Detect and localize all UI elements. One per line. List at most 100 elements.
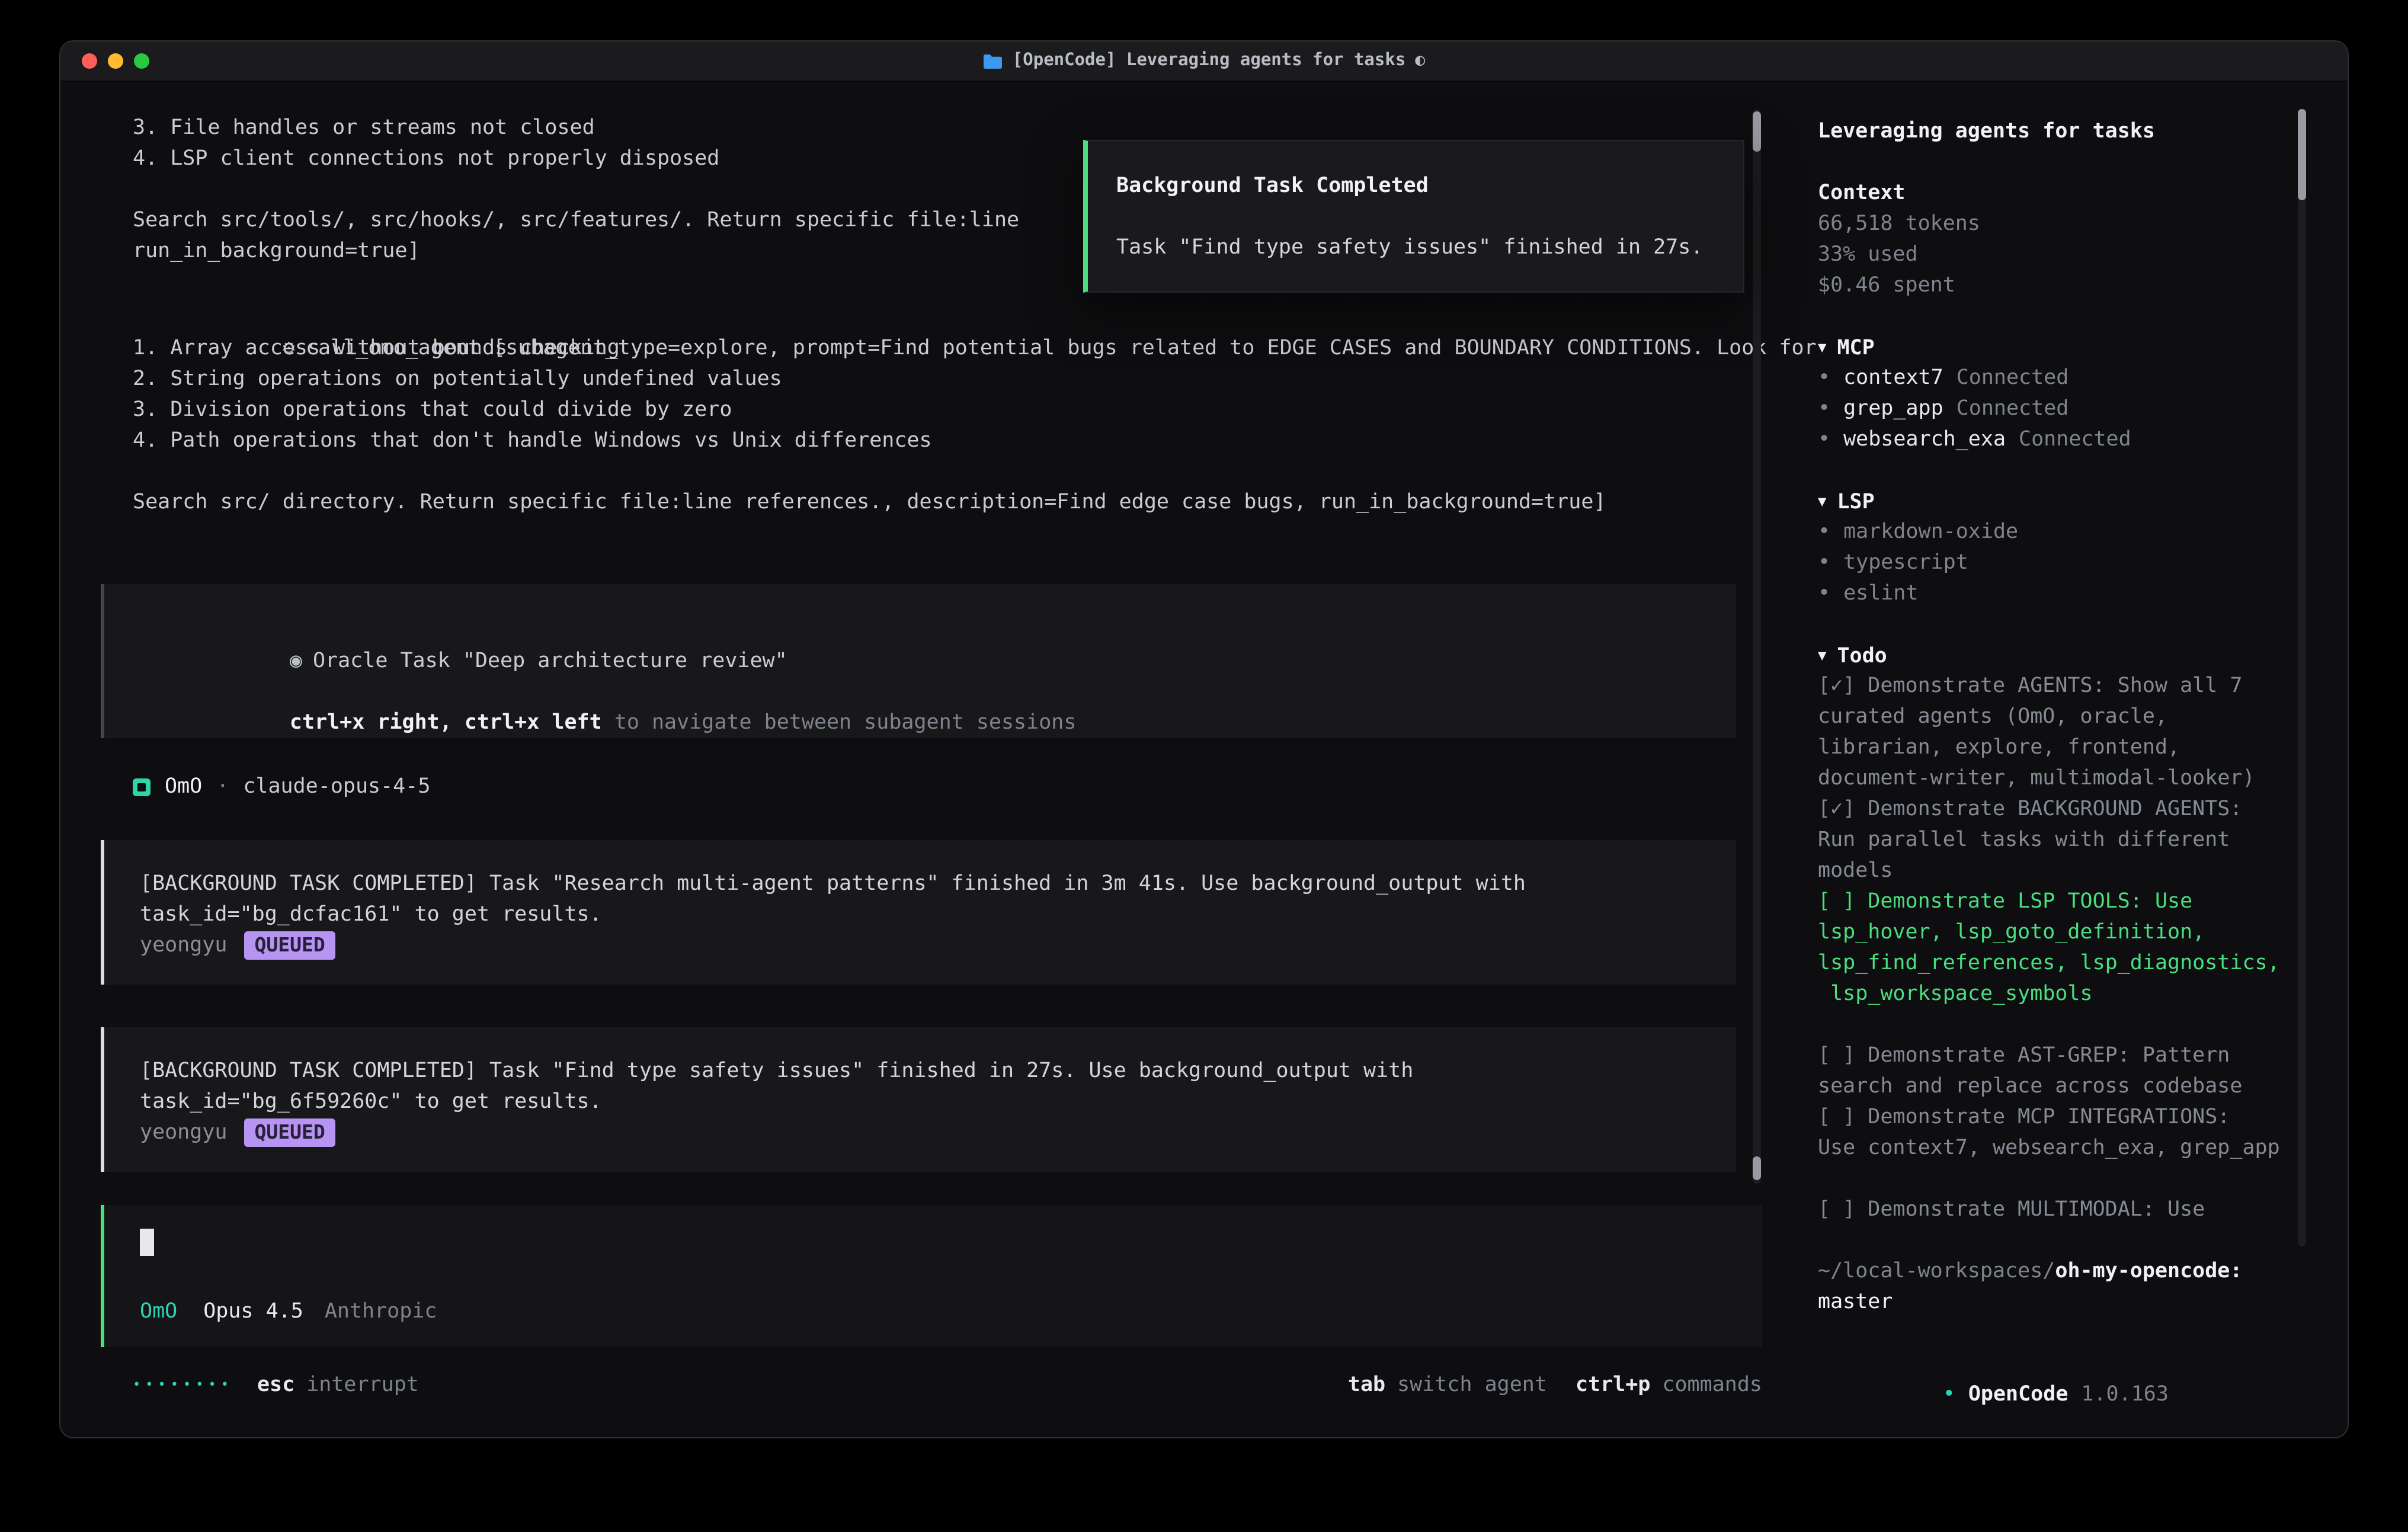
session-sidebar: Leveraging agents for tasks Context 66,5… (1767, 81, 2348, 1437)
chevron-down-icon: ▼ (1818, 339, 1826, 355)
chevron-down-icon: ▼ (1818, 647, 1826, 664)
tab-key-label: switch agent (1397, 1370, 1547, 1400)
mcp-item: • context7 Connected (1818, 363, 2348, 393)
message-user: yeongyu (140, 1117, 228, 1148)
todo-item: [ ] Demonstrate AST-GREP: Pattern search… (1818, 1040, 2289, 1102)
window-title-group: [OpenCode] Leveraging agents for tasks ◐ (983, 41, 1425, 81)
mcp-item: • grep_app Connected (1818, 393, 2348, 424)
message-block: [BACKGROUND TASK COMPLETED] Task "Resear… (101, 840, 1736, 985)
lsp-name: markdown-oxide (1843, 520, 2018, 544)
folder-icon (983, 53, 1003, 69)
provider-label: Anthropic (325, 1296, 437, 1327)
mcp-status: Connected (1956, 397, 2069, 421)
workspace-path-prefix: ~/local-workspaces/ (1818, 1259, 2055, 1283)
hint-text: to navigate between subagent sessions (602, 711, 1077, 735)
todo-heading-label: Todo (1837, 645, 1887, 668)
mcp-status: Connected (2019, 428, 2131, 451)
lsp-name: eslint (1843, 582, 1918, 605)
status-badge: QUEUED (244, 931, 336, 960)
workspace-repo: oh-my-opencode: (2055, 1259, 2242, 1283)
agent-model: claude-opus-4-5 (243, 771, 430, 802)
separator-dot: · (216, 771, 229, 802)
oracle-task-title-row: ◉Oracle Task "Deep architecture review" (140, 615, 1701, 646)
bullet-icon: • (1818, 366, 1830, 390)
tool-call-block: ⚙call_omo_agent [subagent_type=explore, … (133, 302, 1767, 518)
hint-keys: ctrl+x right, ctrl+x left (290, 711, 602, 735)
bullet-icon: • (1943, 1383, 1955, 1406)
record-icon: ◉ (290, 649, 302, 673)
message-meta: yeongyu QUEUED (140, 930, 1701, 961)
lsp-item: • eslint (1818, 578, 2348, 609)
message-block: [BACKGROUND TASK COMPLETED] Task "Find t… (101, 1027, 1736, 1172)
status-bar: •••••••• esc interrupt tab switch agent … (133, 1370, 1762, 1400)
mcp-section-header[interactable]: ▼MCP (1818, 332, 2348, 363)
esc-key-hint: esc (257, 1370, 294, 1400)
message-user: yeongyu (140, 930, 228, 961)
opencode-label: OpenCode (1968, 1383, 2068, 1406)
context-spent: $0.46 spent (1818, 270, 2348, 301)
titlebar: [OpenCode] Leveraging agents for tasks ◐ (60, 41, 2348, 82)
ctrlp-key-hint: ctrl+p (1576, 1370, 1650, 1400)
oracle-task-panel[interactable]: ◉Oracle Task "Deep architecture review" … (101, 584, 1736, 738)
todo-item: [ ] Demonstrate LSP TOOLS: Use lsp_hover… (1818, 886, 2289, 1009)
agent-square-icon (133, 778, 150, 796)
desktop: [OpenCode] Leveraging agents for tasks ◐… (0, 0, 2408, 1532)
active-agent-label: OmO (140, 1296, 177, 1327)
bullet-icon: • (1818, 397, 1830, 421)
background-task-toast[interactable]: Background Task Completed Task "Find typ… (1083, 140, 1744, 293)
todo-section-header[interactable]: ▼ Todo (1818, 640, 2348, 671)
bullet-icon: • (1818, 520, 1830, 544)
spinner-dots: •••••••• (133, 1370, 233, 1400)
mcp-status: Connected (1956, 366, 2069, 390)
lsp-heading-label: LSP (1837, 491, 1874, 514)
chat-scrollbar[interactable] (1753, 109, 1761, 1184)
tab-key-hint: tab (1348, 1370, 1385, 1400)
terminal-window: [OpenCode] Leveraging agents for tasks ◐… (59, 40, 2349, 1438)
close-window-button[interactable] (82, 53, 97, 69)
terminal-line: 4. Path operations that don't handle Win… (133, 425, 1767, 456)
lsp-item: • typescript (1818, 547, 2348, 578)
terminal-content: 3. File handles or streams not closed 4.… (60, 81, 2348, 1437)
sidebar-scrollbar[interactable] (2298, 109, 2306, 1246)
minimize-window-button[interactable] (108, 53, 123, 69)
bullet-icon: • (1818, 582, 1830, 605)
terminal-line: 2. String operations on potentially unde… (133, 364, 1767, 395)
prompt-input[interactable]: OmO Opus 4.5 Anthropic (101, 1205, 1762, 1347)
context-heading: Context (1818, 178, 2348, 209)
mcp-name: grep_app (1843, 397, 1943, 421)
session-title: Leveraging agents for tasks (1818, 116, 2348, 147)
todo-item: [✓] Demonstrate AGENTS: Show all 7 curat… (1818, 671, 2289, 794)
todo-item: [✓] Demonstrate BACKGROUND AGENTS: Run p… (1818, 794, 2289, 886)
agent-header: OmO · claude-opus-4-5 (133, 771, 1767, 802)
tool-call-header: ⚙call_omo_agent [subagent_type=explore, … (133, 302, 1767, 333)
message-text: [BACKGROUND TASK COMPLETED] Task "Resear… (140, 868, 1701, 899)
ctrlp-key-label: commands (1662, 1370, 1762, 1400)
chat-pane: 3. File handles or streams not closed 4.… (60, 81, 1767, 1438)
esc-key-label: interrupt (306, 1370, 419, 1400)
lsp-section-header[interactable]: ▼ LSP (1818, 486, 2348, 517)
context-used: 33% used (1818, 239, 2348, 270)
chevron-down-icon: ▼ (1818, 493, 1826, 509)
mcp-name: context7 (1843, 366, 1943, 390)
toast-title: Background Task Completed (1116, 171, 1715, 201)
bullet-icon: • (1818, 428, 1830, 451)
window-title: [OpenCode] Leveraging agents for tasks (1013, 41, 1405, 81)
todo-item: [ ] Demonstrate MULTIMODAL: Use (1818, 1194, 2289, 1225)
bullet-icon: • (1818, 551, 1830, 575)
context-tokens: 66,518 tokens (1818, 209, 2348, 239)
toast-body: Task "Find type safety issues" finished … (1116, 232, 1715, 263)
chat-scrollbar-thumb[interactable] (1753, 1156, 1761, 1180)
workspace-path: ~/local-workspaces/oh-my-opencode: maste… (1818, 1256, 2289, 1318)
mcp-item: •websearch_exaConnected (1818, 424, 2348, 455)
lsp-name: typescript (1843, 551, 1968, 575)
message-text: task_id="bg_6f59260c" to get results. (140, 1086, 1701, 1117)
active-model-label: Opus 4.5 (203, 1296, 303, 1327)
agent-name: OmO (165, 771, 202, 802)
sidebar-scrollbar-thumb[interactable] (2298, 109, 2306, 200)
status-badge: QUEUED (244, 1118, 336, 1147)
zoom-window-button[interactable] (134, 53, 149, 69)
opencode-version: 1.0.163 (2081, 1383, 2169, 1406)
terminal-line: Search src/ directory. Return specific f… (133, 487, 1767, 518)
chat-scrollbar-thumb[interactable] (1753, 111, 1761, 152)
status-bar-right: tab switch agent ctrl+p commands (1348, 1370, 1762, 1400)
